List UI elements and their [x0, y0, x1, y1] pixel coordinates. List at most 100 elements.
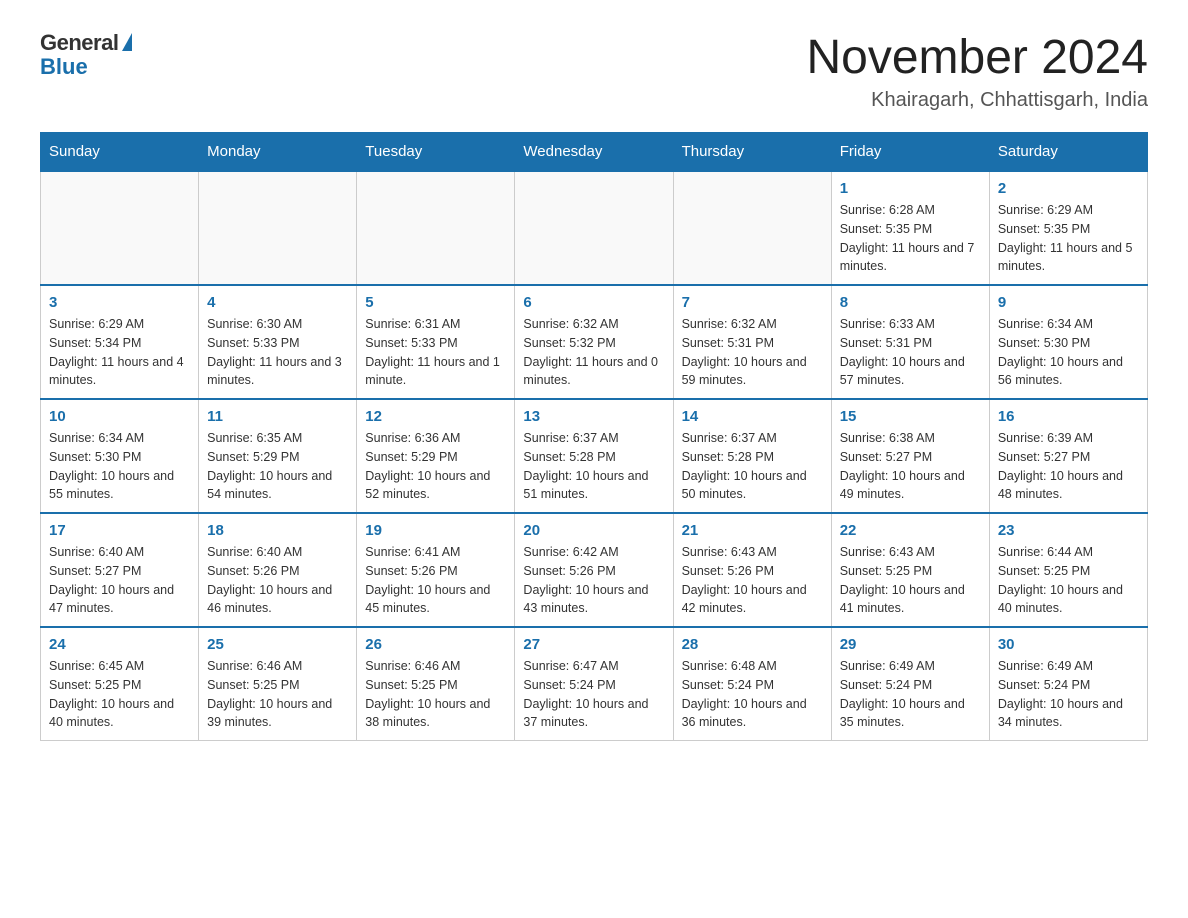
logo-triangle-icon: [122, 33, 132, 51]
calendar-cell: 1 Sunrise: 6:28 AM Sunset: 5:35 PM Daylig…: [831, 171, 989, 285]
day-number: 19: [365, 522, 506, 539]
day-info: Sunrise: 6:48 AM Sunset: 5:24 PM Dayligh…: [682, 657, 823, 732]
day-number: 25: [207, 636, 348, 653]
day-info: Sunrise: 6:28 AM Sunset: 5:35 PM Dayligh…: [840, 201, 981, 276]
calendar-cell: 20 Sunrise: 6:42 AM Sunset: 5:26 PM Dayli…: [515, 513, 673, 627]
day-number: 13: [523, 408, 664, 425]
day-info: Sunrise: 6:33 AM Sunset: 5:31 PM Dayligh…: [840, 315, 981, 390]
day-number: 6: [523, 294, 664, 311]
day-number: 21: [682, 522, 823, 539]
day-info: Sunrise: 6:46 AM Sunset: 5:25 PM Dayligh…: [207, 657, 348, 732]
day-info: Sunrise: 6:34 AM Sunset: 5:30 PM Dayligh…: [998, 315, 1139, 390]
day-info: Sunrise: 6:38 AM Sunset: 5:27 PM Dayligh…: [840, 429, 981, 504]
day-info: Sunrise: 6:29 AM Sunset: 5:35 PM Dayligh…: [998, 201, 1139, 276]
calendar-cell: 14 Sunrise: 6:37 AM Sunset: 5:28 PM Dayli…: [673, 399, 831, 513]
calendar-table: SundayMondayTuesdayWednesdayThursdayFrid…: [40, 132, 1148, 741]
logo-blue-text: Blue: [40, 54, 88, 80]
day-number: 14: [682, 408, 823, 425]
day-info: Sunrise: 6:40 AM Sunset: 5:26 PM Dayligh…: [207, 543, 348, 618]
week-row-4: 17 Sunrise: 6:40 AM Sunset: 5:27 PM Dayli…: [41, 513, 1148, 627]
calendar-cell: 24 Sunrise: 6:45 AM Sunset: 5:25 PM Dayli…: [41, 627, 199, 741]
location-title: Khairagarh, Chhattisgarh, India: [806, 89, 1148, 112]
day-number: 8: [840, 294, 981, 311]
calendar-header-row: SundayMondayTuesdayWednesdayThursdayFrid…: [41, 133, 1148, 172]
calendar-header-thursday: Thursday: [673, 133, 831, 172]
day-info: Sunrise: 6:37 AM Sunset: 5:28 PM Dayligh…: [523, 429, 664, 504]
day-info: Sunrise: 6:34 AM Sunset: 5:30 PM Dayligh…: [49, 429, 190, 504]
day-number: 27: [523, 636, 664, 653]
day-info: Sunrise: 6:29 AM Sunset: 5:34 PM Dayligh…: [49, 315, 190, 390]
calendar-cell: 12 Sunrise: 6:36 AM Sunset: 5:29 PM Dayli…: [357, 399, 515, 513]
day-info: Sunrise: 6:49 AM Sunset: 5:24 PM Dayligh…: [840, 657, 981, 732]
day-number: 11: [207, 408, 348, 425]
day-info: Sunrise: 6:43 AM Sunset: 5:25 PM Dayligh…: [840, 543, 981, 618]
calendar-cell: 23 Sunrise: 6:44 AM Sunset: 5:25 PM Dayli…: [989, 513, 1147, 627]
day-number: 12: [365, 408, 506, 425]
day-info: Sunrise: 6:39 AM Sunset: 5:27 PM Dayligh…: [998, 429, 1139, 504]
calendar-cell: 7 Sunrise: 6:32 AM Sunset: 5:31 PM Daylig…: [673, 285, 831, 399]
calendar-cell: 26 Sunrise: 6:46 AM Sunset: 5:25 PM Dayli…: [357, 627, 515, 741]
calendar-cell: [673, 171, 831, 285]
day-info: Sunrise: 6:31 AM Sunset: 5:33 PM Dayligh…: [365, 315, 506, 390]
day-info: Sunrise: 6:37 AM Sunset: 5:28 PM Dayligh…: [682, 429, 823, 504]
calendar-cell: 21 Sunrise: 6:43 AM Sunset: 5:26 PM Dayli…: [673, 513, 831, 627]
calendar-cell: 2 Sunrise: 6:29 AM Sunset: 5:35 PM Daylig…: [989, 171, 1147, 285]
day-number: 2: [998, 180, 1139, 197]
day-info: Sunrise: 6:32 AM Sunset: 5:32 PM Dayligh…: [523, 315, 664, 390]
day-info: Sunrise: 6:45 AM Sunset: 5:25 PM Dayligh…: [49, 657, 190, 732]
day-info: Sunrise: 6:42 AM Sunset: 5:26 PM Dayligh…: [523, 543, 664, 618]
calendar-cell: 8 Sunrise: 6:33 AM Sunset: 5:31 PM Daylig…: [831, 285, 989, 399]
day-info: Sunrise: 6:47 AM Sunset: 5:24 PM Dayligh…: [523, 657, 664, 732]
day-number: 18: [207, 522, 348, 539]
calendar-header-friday: Friday: [831, 133, 989, 172]
week-row-1: 1 Sunrise: 6:28 AM Sunset: 5:35 PM Daylig…: [41, 171, 1148, 285]
week-row-2: 3 Sunrise: 6:29 AM Sunset: 5:34 PM Daylig…: [41, 285, 1148, 399]
day-number: 9: [998, 294, 1139, 311]
day-number: 10: [49, 408, 190, 425]
title-area: November 2024 Khairagarh, Chhattisgarh, …: [806, 30, 1148, 112]
day-number: 1: [840, 180, 981, 197]
calendar-cell: 11 Sunrise: 6:35 AM Sunset: 5:29 PM Dayli…: [199, 399, 357, 513]
day-number: 17: [49, 522, 190, 539]
calendar-cell: 13 Sunrise: 6:37 AM Sunset: 5:28 PM Dayli…: [515, 399, 673, 513]
day-info: Sunrise: 6:44 AM Sunset: 5:25 PM Dayligh…: [998, 543, 1139, 618]
calendar-header-monday: Monday: [199, 133, 357, 172]
calendar-cell: 27 Sunrise: 6:47 AM Sunset: 5:24 PM Dayli…: [515, 627, 673, 741]
calendar-cell: [199, 171, 357, 285]
calendar-header-saturday: Saturday: [989, 133, 1147, 172]
day-number: 16: [998, 408, 1139, 425]
page-header: General Blue November 2024 Khairagarh, C…: [40, 30, 1148, 112]
calendar-cell: 15Sunrise: 6:38 AM Sunset: 5:27 PM Dayli…: [831, 399, 989, 513]
day-info: Sunrise: 6:35 AM Sunset: 5:29 PM Dayligh…: [207, 429, 348, 504]
calendar-cell: [357, 171, 515, 285]
day-info: Sunrise: 6:43 AM Sunset: 5:26 PM Dayligh…: [682, 543, 823, 618]
day-number: 29: [840, 636, 981, 653]
day-number: 20: [523, 522, 664, 539]
day-number: 24: [49, 636, 190, 653]
day-number: 28: [682, 636, 823, 653]
day-info: Sunrise: 6:46 AM Sunset: 5:25 PM Dayligh…: [365, 657, 506, 732]
day-info: Sunrise: 6:40 AM Sunset: 5:27 PM Dayligh…: [49, 543, 190, 618]
calendar-cell: 6 Sunrise: 6:32 AM Sunset: 5:32 PM Daylig…: [515, 285, 673, 399]
calendar-header-wednesday: Wednesday: [515, 133, 673, 172]
day-info: Sunrise: 6:36 AM Sunset: 5:29 PM Dayligh…: [365, 429, 506, 504]
week-row-5: 24 Sunrise: 6:45 AM Sunset: 5:25 PM Dayli…: [41, 627, 1148, 741]
day-info: Sunrise: 6:32 AM Sunset: 5:31 PM Dayligh…: [682, 315, 823, 390]
week-row-3: 10 Sunrise: 6:34 AM Sunset: 5:30 PM Dayli…: [41, 399, 1148, 513]
day-number: 22: [840, 522, 981, 539]
calendar-cell: 30 Sunrise: 6:49 AM Sunset: 5:24 PM Dayli…: [989, 627, 1147, 741]
day-number: 23: [998, 522, 1139, 539]
calendar-cell: 22 Sunrise: 6:43 AM Sunset: 5:25 PM Dayli…: [831, 513, 989, 627]
day-number: 30: [998, 636, 1139, 653]
day-number: 26: [365, 636, 506, 653]
calendar-cell: 28 Sunrise: 6:48 AM Sunset: 5:24 PM Dayli…: [673, 627, 831, 741]
day-info: Sunrise: 6:49 AM Sunset: 5:24 PM Dayligh…: [998, 657, 1139, 732]
day-number: 7: [682, 294, 823, 311]
day-number: 3: [49, 294, 190, 311]
calendar-cell: 25 Sunrise: 6:46 AM Sunset: 5:25 PM Dayli…: [199, 627, 357, 741]
calendar-cell: 4Sunrise: 6:30 AM Sunset: 5:33 PM Daylig…: [199, 285, 357, 399]
calendar-cell: 19 Sunrise: 6:41 AM Sunset: 5:26 PM Dayli…: [357, 513, 515, 627]
day-info: Sunrise: 6:41 AM Sunset: 5:26 PM Dayligh…: [365, 543, 506, 618]
calendar-cell: 10 Sunrise: 6:34 AM Sunset: 5:30 PM Dayli…: [41, 399, 199, 513]
calendar-cell: 17 Sunrise: 6:40 AM Sunset: 5:27 PM Dayli…: [41, 513, 199, 627]
